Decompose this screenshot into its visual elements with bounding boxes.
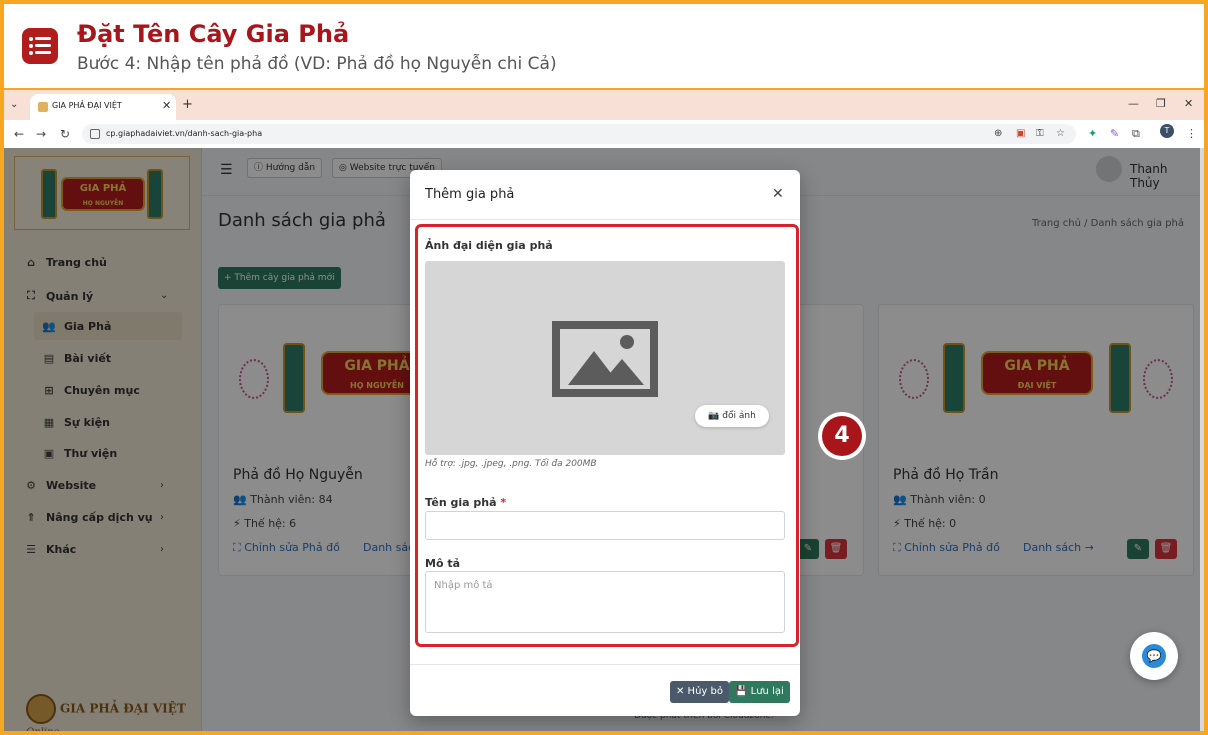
tree-name-input[interactable] bbox=[425, 511, 785, 540]
guide-subtitle: Bước 4: Nhập tên phả đồ (VD: Phả đồ họ N… bbox=[77, 54, 557, 74]
description-textarea[interactable]: Nhập mô tả bbox=[425, 571, 785, 633]
chat-icon: 💬 bbox=[1142, 644, 1166, 668]
star-icon[interactable]: ☆ bbox=[1056, 128, 1065, 139]
change-image-button[interactable]: 📷 đổi ảnh bbox=[695, 405, 769, 427]
puzzle-icon[interactable]: ⧉ bbox=[1132, 127, 1140, 141]
modal-footer: ✕ Hủy bỏ 💾 Lưu lại bbox=[410, 664, 800, 716]
modal-title: Thêm gia phả bbox=[425, 187, 515, 202]
minimize-icon[interactable]: — bbox=[1128, 97, 1139, 110]
tab-search-icon[interactable]: ⌄ bbox=[10, 99, 24, 113]
placeholder-sun bbox=[620, 335, 634, 349]
placeholder-mountain bbox=[600, 359, 644, 385]
pen-extension-icon[interactable]: ✎ bbox=[1110, 127, 1119, 140]
save-button[interactable]: 💾 Lưu lại bbox=[729, 681, 790, 703]
url-input[interactable]: cp.giaphadaiviet.vn/danh-sach-gia-pha ⊕ … bbox=[82, 124, 1076, 144]
description-label: Mô tả bbox=[425, 557, 461, 570]
key-icon[interactable]: ⚿ bbox=[1036, 128, 1044, 139]
guide-header: Đặt Tên Cây Gia Phả Bước 4: Nhập tên phả… bbox=[4, 4, 1204, 88]
tab-bar: ⌄ GIA PHẢ ĐẠI VIỆT ✕ + — ❐ ✕ bbox=[4, 90, 1204, 120]
url-text: cp.giaphadaiviet.vn/danh-sach-gia-pha bbox=[106, 129, 263, 138]
browser-menu-icon[interactable]: ⋮ bbox=[1186, 127, 1197, 140]
avatar-upload-area[interactable]: 📷 đổi ảnh bbox=[425, 261, 785, 455]
modal-header: Thêm gia phả ✕ bbox=[410, 170, 800, 220]
page-scrollbar[interactable] bbox=[1200, 148, 1204, 731]
restore-icon[interactable]: ❐ bbox=[1156, 97, 1166, 110]
upload-help-text: Hỗ trợ: .jpg, .jpeg, .png. Tối đa 200MB bbox=[425, 459, 597, 469]
close-icon[interactable]: ✕ bbox=[772, 186, 784, 202]
new-tab-icon[interactable]: + bbox=[182, 97, 193, 112]
name-label: Tên gia phả * bbox=[425, 496, 507, 509]
reload-icon[interactable]: ↻ bbox=[60, 127, 70, 141]
guide-frame: Đặt Tên Cây Gia Phả Bước 4: Nhập tên phả… bbox=[0, 0, 1208, 735]
site-info-icon[interactable] bbox=[90, 129, 100, 139]
forward-icon[interactable]: → bbox=[36, 127, 46, 141]
cancel-button[interactable]: ✕ Hủy bỏ bbox=[670, 681, 729, 703]
favicon-icon bbox=[38, 102, 48, 112]
address-bar: ← → ↻ cp.giaphadaiviet.vn/danh-sach-gia-… bbox=[4, 120, 1204, 148]
profile-avatar[interactable]: T bbox=[1160, 124, 1174, 138]
image-placeholder-icon bbox=[552, 321, 658, 397]
guide-title: Đặt Tên Cây Gia Phả bbox=[77, 20, 350, 48]
list-icon bbox=[22, 28, 58, 64]
step-number-badge: 4 bbox=[818, 412, 866, 460]
zoom-icon[interactable]: ⊕ bbox=[994, 128, 1002, 139]
description-placeholder: Nhập mô tả bbox=[434, 580, 493, 591]
extension-icon[interactable]: ✦ bbox=[1088, 127, 1097, 140]
tab-title: GIA PHẢ ĐẠI VIỆT bbox=[52, 101, 122, 110]
back-icon[interactable]: ← bbox=[14, 127, 24, 141]
support-chat-button[interactable]: 💬 bbox=[1130, 632, 1178, 680]
camera-icon: 📷 bbox=[708, 411, 720, 421]
cast-icon[interactable]: ▣ bbox=[1016, 128, 1025, 139]
add-tree-modal: Thêm gia phả ✕ Ảnh đại diện gia phả 📷 đổ… bbox=[410, 170, 800, 716]
window-close-icon[interactable]: ✕ bbox=[1184, 97, 1193, 110]
avatar-label: Ảnh đại diện gia phả bbox=[425, 239, 553, 252]
tab-close-icon[interactable]: ✕ bbox=[162, 99, 171, 112]
browser-tab[interactable]: GIA PHẢ ĐẠI VIỆT ✕ bbox=[30, 94, 176, 120]
